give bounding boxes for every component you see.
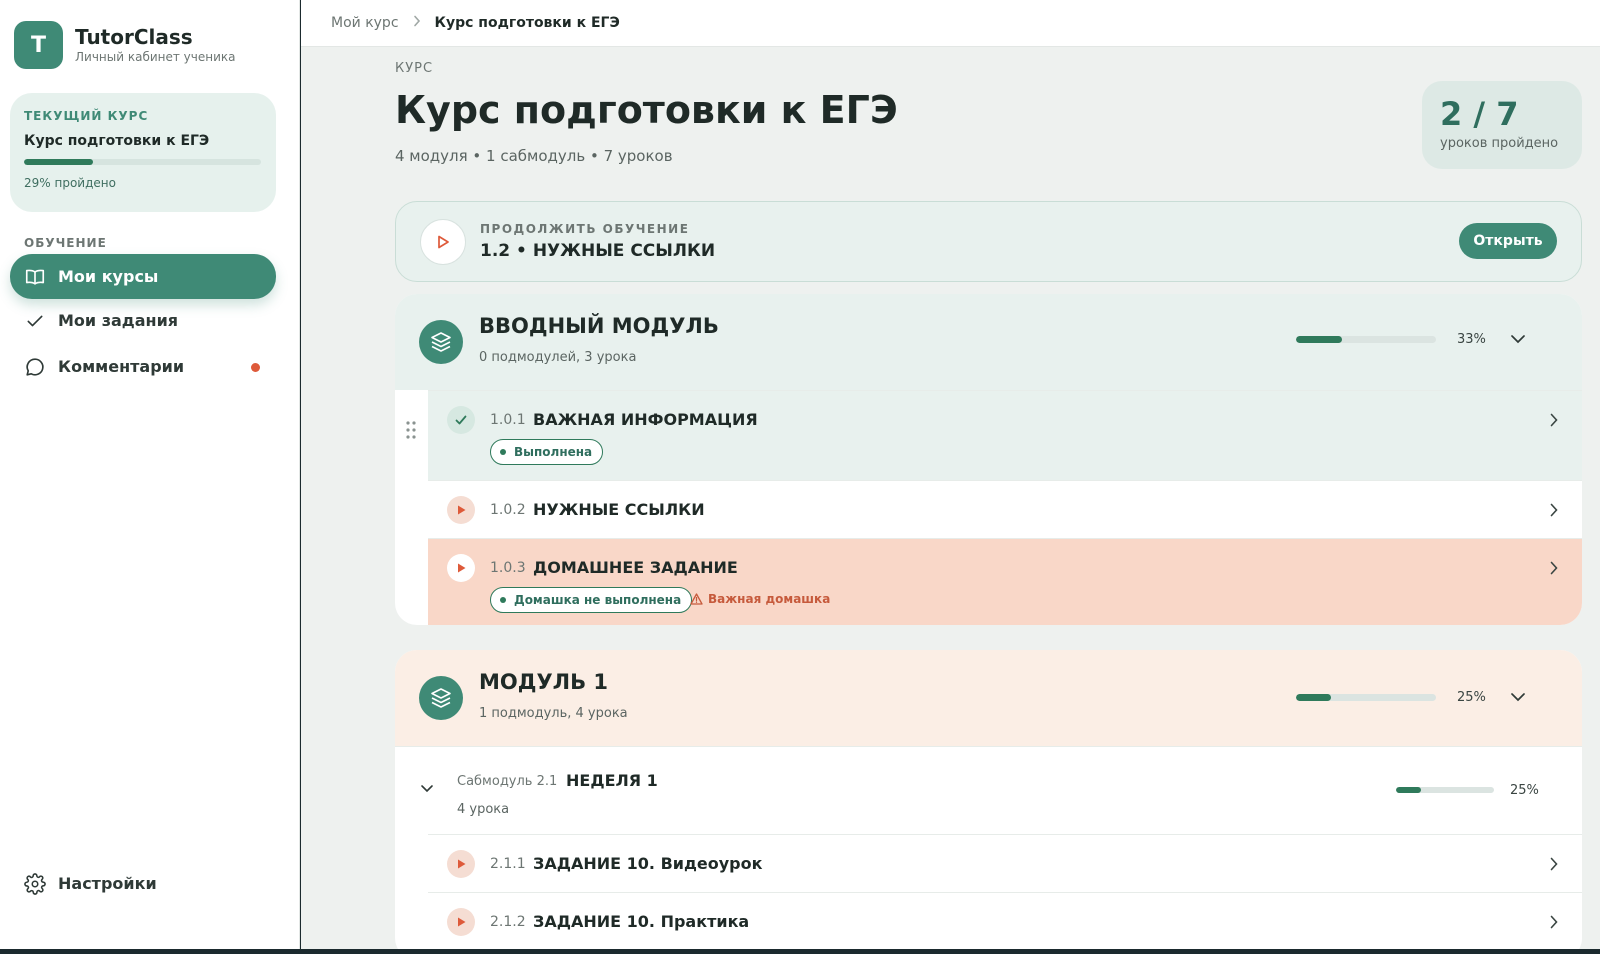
play-icon	[447, 850, 475, 878]
nav-item-my-tasks[interactable]: Мои задания	[10, 298, 276, 343]
nav-item-settings[interactable]: Настройки	[10, 861, 276, 906]
module-header[interactable]: МОДУЛЬ 1 1 подмодуль, 4 урока 25%	[395, 650, 1582, 746]
lessons-stats-label: уроков пройдено	[1440, 136, 1559, 151]
course-kicker: КУРС	[395, 61, 434, 76]
module-card-1: МОДУЛЬ 1 1 подмодуль, 4 урока 25% Сабмод…	[395, 650, 1582, 954]
module-header[interactable]: ВВОДНЫЙ МОДУЛЬ 0 подмодулей, 3 урока 33%	[395, 294, 1582, 390]
nav-section-label: ОБУЧЕНИЕ	[24, 236, 107, 250]
nav-item-label: Мои курсы	[58, 267, 159, 286]
submodule-title: НЕДЕЛЯ 1	[566, 771, 658, 790]
comment-icon	[24, 356, 46, 378]
submodule-progress-bar	[1396, 787, 1494, 793]
lesson-title: ВАЖНАЯ ИНФОРМАЦИЯ	[533, 410, 758, 429]
lesson-number: 2.1.1	[490, 856, 526, 872]
module-progress-text: 33%	[1457, 332, 1486, 347]
chevron-down-icon[interactable]	[1508, 687, 1528, 707]
chevron-right-icon	[413, 15, 421, 31]
warning-text: Важная домашка	[708, 592, 831, 606]
lesson-title: ЗАДАНИЕ 10. Видеоурок	[533, 854, 763, 873]
chevron-down-icon[interactable]	[1508, 329, 1528, 349]
submodule-meta: 4 урока	[457, 802, 510, 817]
open-button[interactable]: Открыть	[1459, 223, 1557, 259]
layers-icon	[419, 676, 463, 720]
play-icon	[447, 496, 475, 524]
book-icon	[24, 266, 46, 288]
module-title: ВВОДНЫЙ МОДУЛЬ	[479, 314, 719, 338]
breadcrumb-current: Курс подготовки к ЕГЭ	[434, 15, 620, 31]
layers-icon	[419, 320, 463, 364]
play-icon[interactable]	[420, 218, 466, 265]
lessons-stats-card: 2 / 7 уроков пройдено	[1422, 81, 1582, 169]
lesson-title: ЗАДАНИЕ 10. Практика	[533, 912, 750, 931]
brand-logo: T	[14, 21, 63, 69]
submodule-progress-text: 25%	[1510, 783, 1539, 798]
status-badge: Домашка не выполнена	[490, 587, 693, 613]
sidebar: T TutorClass Личный кабинет ученика ТЕКУ…	[0, 0, 300, 949]
main-area: Мой курс Курс подготовки к ЕГЭ КУРС Курс…	[301, 0, 1600, 954]
window-bottom-edge	[0, 949, 1600, 954]
current-course-progress-bar	[24, 159, 261, 165]
drag-handle-icon[interactable]	[405, 420, 417, 440]
current-course-card[interactable]: ТЕКУЩИЙ КУРС Курс подготовки к ЕГЭ 29% п…	[10, 93, 276, 212]
lesson-number: 1.0.2	[490, 502, 526, 518]
lesson-number: 1.0.1	[490, 412, 526, 428]
current-course-progress-text: 29% пройдено	[24, 176, 116, 190]
module-subtitle: 0 подмодулей, 3 урока	[479, 350, 637, 365]
lesson-title: НУЖНЫЕ ССЫЛКИ	[533, 500, 705, 519]
lesson-row[interactable]: 1.0.2 НУЖНЫЕ ССЫЛКИ	[428, 480, 1582, 538]
lesson-row[interactable]: 2.1.1 ЗАДАНИЕ 10. Видеоурок	[428, 834, 1582, 892]
notification-dot	[251, 363, 260, 372]
module-title: МОДУЛЬ 1	[479, 670, 609, 694]
check-icon	[24, 310, 46, 332]
status-badge: Выполнена	[490, 439, 604, 465]
status-badge-label: Домашка не выполнена	[514, 593, 682, 607]
current-course-title: Курс подготовки к ЕГЭ	[24, 133, 210, 149]
page-title: Курс подготовки к ЕГЭ	[395, 88, 898, 132]
status-badge-label: Выполнена	[514, 445, 593, 459]
lesson-number: 1.0.3	[490, 560, 526, 576]
chevron-right-icon[interactable]	[1546, 410, 1562, 430]
breadcrumb: Мой курс Курс подготовки к ЕГЭ	[301, 0, 1600, 47]
nav-item-label: Комментарии	[58, 357, 185, 376]
gear-icon	[24, 872, 46, 895]
check-icon	[447, 406, 475, 434]
nav-item-label: Настройки	[58, 874, 157, 893]
brand-subtitle: Личный кабинет ученика	[75, 50, 236, 64]
chevron-right-icon[interactable]	[1546, 500, 1562, 520]
submodule-kicker: Сабмодуль 2.1	[457, 774, 558, 789]
nav-item-label: Мои задания	[58, 311, 179, 330]
brand[interactable]: T TutorClass Личный кабинет ученика	[14, 21, 236, 69]
submodule-row[interactable]: Сабмодуль 2.1 НЕДЕЛЯ 1 4 урока 25%	[395, 746, 1582, 834]
chevron-down-icon[interactable]	[417, 778, 437, 798]
continue-title: 1.2 • НУЖНЫЕ ССЫЛКИ	[480, 241, 716, 261]
breadcrumb-link[interactable]: Мой курс	[331, 15, 399, 31]
module-card-intro: ВВОДНЫЙ МОДУЛЬ 0 подмодулей, 3 урока 33%	[395, 294, 1582, 625]
chevron-right-icon[interactable]	[1546, 854, 1562, 874]
lessons-stats-value: 2 / 7	[1440, 95, 1519, 133]
lesson-row[interactable]: 1.0.1 ВАЖНАЯ ИНФОРМАЦИЯ Выполнена	[428, 390, 1582, 480]
course-meta: 4 модуля • 1 сабмодуль • 7 уроков	[395, 147, 673, 165]
warning-label: Важная домашка	[690, 592, 830, 606]
lesson-row[interactable]: 1.0.3 ДОМАШНЕЕ ЗАДАНИЕ Домашка не выполн…	[428, 538, 1582, 625]
module-progress-bar	[1296, 336, 1436, 343]
module-progress-bar	[1296, 694, 1436, 701]
nav-item-my-courses[interactable]: Мои курсы	[10, 254, 276, 299]
play-icon	[447, 908, 475, 936]
lesson-number: 2.1.2	[490, 914, 526, 930]
module-subtitle: 1 подмодуль, 4 урока	[479, 706, 628, 721]
current-course-label: ТЕКУЩИЙ КУРС	[24, 109, 149, 123]
chevron-right-icon[interactable]	[1546, 558, 1562, 578]
play-icon	[447, 554, 475, 582]
nav-item-comments[interactable]: Комментарии	[10, 344, 276, 389]
continue-label: ПРОДОЛЖИТЬ ОБУЧЕНИЕ	[480, 222, 690, 236]
chevron-right-icon[interactable]	[1546, 912, 1562, 932]
lesson-row[interactable]: 2.1.2 ЗАДАНИЕ 10. Практика	[428, 892, 1582, 954]
continue-learning-card[interactable]: ПРОДОЛЖИТЬ ОБУЧЕНИЕ 1.2 • НУЖНЫЕ ССЫЛКИ …	[395, 201, 1582, 282]
module-progress-text: 25%	[1457, 690, 1486, 705]
warning-icon	[690, 593, 703, 605]
lesson-title: ДОМАШНЕЕ ЗАДАНИЕ	[533, 558, 738, 577]
brand-name: TutorClass	[75, 25, 193, 49]
